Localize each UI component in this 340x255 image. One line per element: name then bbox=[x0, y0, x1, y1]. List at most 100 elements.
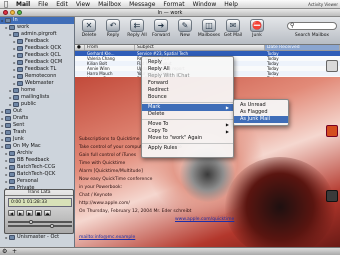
preview-line: On Thursday, February 12, 2004 Mr. Eder … bbox=[79, 209, 192, 214]
context-menu-item[interactable]: Mark ▶ bbox=[142, 104, 233, 111]
context-menu-item[interactable]: Forward bbox=[142, 80, 233, 87]
context-menu-item-label: Forward bbox=[148, 80, 169, 86]
window-titlebar[interactable]: In — work bbox=[0, 9, 340, 17]
mailbox-item[interactable]: ▸ Archiv bbox=[0, 150, 74, 157]
context-menu-item[interactable]: Delete bbox=[142, 111, 233, 118]
mailbox-item[interactable]: ▸ BB Feedback bbox=[0, 157, 74, 164]
mailbox-item[interactable]: ▸ Feedback bbox=[0, 38, 74, 45]
mailbox-item[interactable]: ▸ Unismaster - Oct bbox=[0, 234, 74, 241]
next-icon[interactable]: ▶ bbox=[26, 210, 33, 216]
context-menu-item[interactable]: Move To ▶ bbox=[142, 121, 233, 128]
eject-icon[interactable]: ⏏ bbox=[44, 210, 51, 216]
player-title[interactable]: Trans Lata bbox=[5, 190, 73, 196]
apple-icon[interactable]:  bbox=[0, 0, 12, 8]
toolbar: ✕ Delete ↶ Reply ⇇ Reply All ➜ Forward ✎… bbox=[75, 17, 340, 45]
mailbox-item[interactable]: ▸ work bbox=[0, 24, 74, 31]
mailbox-item[interactable]: ▸ In bbox=[0, 17, 74, 24]
menu-mailbox[interactable]: Mailbox bbox=[94, 1, 125, 8]
subject-column-header[interactable]: Subject bbox=[135, 45, 265, 50]
reply-all-button[interactable]: ⇇ Reply All bbox=[125, 19, 149, 38]
mailbox-label: Sent bbox=[13, 122, 25, 128]
context-menu-item[interactable]: Reply All bbox=[142, 66, 233, 73]
menu-edit[interactable]: Edit bbox=[52, 1, 72, 8]
mailbox-item[interactable]: ▸ Trash bbox=[0, 129, 74, 136]
submenu-item[interactable]: As Flagged bbox=[234, 109, 288, 116]
new-message-button[interactable]: ✎ New bbox=[173, 19, 197, 38]
mailbox-label: Junk bbox=[13, 136, 24, 142]
mailbox-item[interactable]: ▸ public bbox=[0, 101, 74, 108]
mailbox-icon bbox=[17, 60, 23, 65]
context-menu-item-label: Apply Rules bbox=[148, 145, 178, 151]
desktop-document-icon[interactable] bbox=[326, 60, 338, 72]
status-column-header[interactable]: ● bbox=[75, 45, 85, 50]
progress-slider[interactable] bbox=[8, 220, 72, 224]
delete-button[interactable]: ✕ Delete bbox=[77, 19, 101, 38]
menu-view[interactable]: View bbox=[72, 1, 94, 8]
mailbox-label: Feedback TL bbox=[25, 66, 57, 72]
play-icon[interactable]: ▶ bbox=[17, 210, 24, 216]
mailbox-icon bbox=[5, 144, 11, 149]
reply-all-icon: ⇇ bbox=[130, 19, 144, 32]
menu-help[interactable]: Help bbox=[220, 1, 242, 8]
context-menu-item[interactable]: Copy To ▶ bbox=[142, 128, 233, 135]
mailbox-item[interactable]: ▸ BatchTech-QCK bbox=[0, 171, 74, 178]
mailbox-item[interactable]: ▸ Remoteconn bbox=[0, 73, 74, 80]
mailbox-item[interactable]: ▸ Out bbox=[0, 108, 74, 115]
context-menu-item[interactable]: Apply Rules bbox=[142, 145, 233, 152]
mailbox-item[interactable]: ▸ Sent bbox=[0, 122, 74, 129]
mailbox-item[interactable]: ▸ Feedback QCK bbox=[0, 45, 74, 52]
menu-message[interactable]: Message bbox=[125, 1, 159, 8]
mailbox-item[interactable]: ▸ BatchTech-CCG bbox=[0, 164, 74, 171]
add-mailbox-icon[interactable]: + bbox=[12, 248, 17, 255]
mailboxes-button[interactable]: ◫ Mailboxes bbox=[197, 19, 221, 38]
get-mail-label: Get Mail bbox=[223, 33, 243, 38]
minimize-window-button[interactable] bbox=[10, 10, 15, 15]
context-menu-item[interactable]: Redirect bbox=[142, 87, 233, 94]
forward-button[interactable]: ➜ Forward bbox=[149, 19, 173, 38]
menu-format[interactable]: Format bbox=[159, 1, 188, 8]
context-menu-item[interactable]: Move to "work" Again bbox=[142, 135, 233, 142]
reply-button[interactable]: ↶ Reply bbox=[101, 19, 125, 38]
mailboxes-icon: ◫ bbox=[202, 19, 216, 32]
mailbox-item[interactable]: ▸ home bbox=[0, 87, 74, 94]
preview-line: Gain full control of iTunes bbox=[79, 153, 137, 158]
menu-window[interactable]: Window bbox=[189, 1, 221, 8]
close-window-button[interactable] bbox=[3, 10, 8, 15]
from-column-header[interactable]: From bbox=[85, 45, 135, 50]
get-mail-button[interactable]: ✉ Get Mail bbox=[221, 19, 245, 38]
mailbox-item[interactable]: ▸ admin.pirgroft bbox=[0, 31, 74, 38]
mailbox-item[interactable]: ▸ Personal bbox=[0, 178, 74, 185]
mailbox-item[interactable]: ▸ Feedback QCM bbox=[0, 59, 74, 66]
date-column-header[interactable]: Date Received bbox=[265, 45, 340, 50]
mailbox-item[interactable]: ▸ Drafts bbox=[0, 115, 74, 122]
progress-knob[interactable] bbox=[29, 220, 33, 224]
context-menu-item[interactable]: Bounce bbox=[142, 94, 233, 101]
stop-icon[interactable]: ■ bbox=[35, 210, 42, 216]
preview-link[interactable]: www.apple.com/quicktime bbox=[175, 217, 234, 222]
mailbox-item[interactable]: ▸ mailinglists bbox=[0, 94, 74, 101]
preview-footer-link[interactable]: mailto:info@mc.example bbox=[79, 235, 135, 240]
volume-slider[interactable] bbox=[8, 224, 72, 228]
reply-label: Reply bbox=[106, 33, 120, 38]
context-menu-item-label: Reply All bbox=[148, 66, 170, 72]
prev-icon[interactable]: ◀ bbox=[8, 210, 15, 216]
mailbox-item[interactable]: ▸ Junk bbox=[0, 136, 74, 143]
mailbox-label: Feedback QCK bbox=[25, 45, 62, 51]
desktop-drive-icon[interactable] bbox=[326, 190, 338, 202]
menu-mail[interactable]: Mail bbox=[12, 1, 34, 8]
mailbox-item[interactable]: ▸ Feedback QCL bbox=[0, 52, 74, 59]
gear-icon[interactable]: ⚙ bbox=[2, 248, 7, 255]
context-menu-item[interactable]: Reply bbox=[142, 59, 233, 66]
junk-button[interactable]: ⛔ Junk bbox=[245, 19, 269, 38]
mailbox-label: Personal bbox=[17, 178, 39, 184]
mailbox-item[interactable]: ▸Webmaster bbox=[0, 80, 74, 87]
submenu-item[interactable]: As Unread bbox=[234, 102, 288, 109]
mailbox-item[interactable]: ▸ On My Mac bbox=[0, 143, 74, 150]
desktop-app-icon[interactable] bbox=[326, 125, 338, 137]
zoom-window-button[interactable] bbox=[17, 10, 22, 15]
mailbox-item[interactable]: ▸ Feedback TL bbox=[0, 66, 74, 73]
submenu-item[interactable]: As Junk Mail bbox=[234, 116, 288, 123]
menu-file[interactable]: File bbox=[34, 1, 52, 8]
volume-knob[interactable] bbox=[50, 224, 54, 228]
search-input[interactable]: ⚲ bbox=[287, 22, 337, 30]
